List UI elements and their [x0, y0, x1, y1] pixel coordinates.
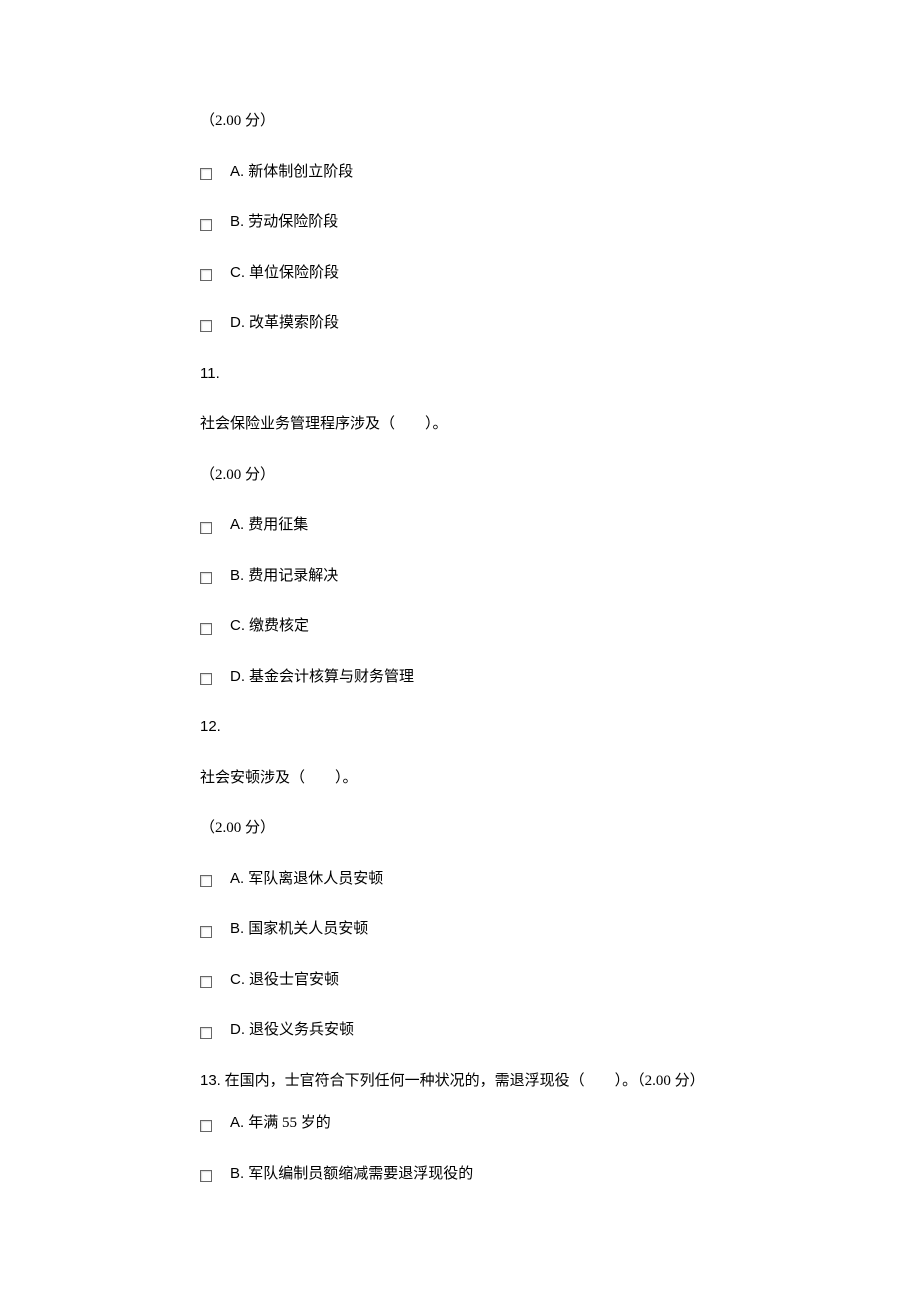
checkbox-icon[interactable] — [200, 320, 212, 332]
option-text: 退役义务兵安顿 — [249, 1019, 354, 1042]
option-row: B. 国家机关人员安顿 — [200, 918, 920, 941]
question-10-tail: （2.00 分） A. 新体制创立阶段 B. 劳动保险阶段 C. 单位保险阶段 … — [200, 110, 920, 335]
option-letter: A. — [230, 514, 244, 537]
option-letter: B. — [230, 565, 244, 588]
checkbox-icon[interactable] — [200, 875, 212, 887]
option-text: 新体制创立阶段 — [248, 161, 353, 184]
checkbox-icon[interactable] — [200, 269, 212, 281]
option-text: 缴费核定 — [249, 615, 309, 638]
option-row: B. 劳动保险阶段 — [200, 211, 920, 234]
option-letter: B. — [230, 1163, 244, 1186]
option-row: C. 退役士官安顿 — [200, 969, 920, 992]
option-row: A. 新体制创立阶段 — [200, 161, 920, 184]
question-number: 13. — [200, 1072, 221, 1089]
checkbox-icon[interactable] — [200, 976, 212, 988]
checkbox-icon[interactable] — [200, 572, 212, 584]
option-text: 费用记录解决 — [248, 565, 338, 588]
option-row: A. 年满 55 岁的 — [200, 1112, 920, 1135]
question-stem: 社会保险业务管理程序涉及（ ）。 — [200, 413, 920, 436]
question-stem: 在国内，士官符合下列任何一种状况的，需退浮现役（ ）。（2.00 分） — [225, 1073, 705, 1089]
option-row: C. 单位保险阶段 — [200, 262, 920, 285]
question-11: 11. 社会保险业务管理程序涉及（ ）。 （2.00 分） A. 费用征集 B.… — [200, 363, 920, 689]
option-text: 军队离退休人员安顿 — [248, 868, 383, 891]
option-letter: B. — [230, 918, 244, 941]
option-text: 国家机关人员安顿 — [248, 918, 368, 941]
option-row: B. 军队编制员额缩减需要退浮现役的 — [200, 1163, 920, 1186]
option-text: 退役士官安顿 — [249, 969, 339, 992]
checkbox-icon[interactable] — [200, 219, 212, 231]
option-text: 改革摸索阶段 — [249, 312, 339, 335]
checkbox-icon[interactable] — [200, 168, 212, 180]
points-label: （2.00 分） — [200, 110, 920, 133]
question-13: 13. 在国内，士官符合下列任何一种状况的，需退浮现役（ ）。（2.00 分） … — [200, 1070, 920, 1186]
question-number: 12. — [200, 716, 920, 739]
option-letter: C. — [230, 262, 245, 285]
option-row: D. 退役义务兵安顿 — [200, 1019, 920, 1042]
option-letter: D. — [230, 666, 245, 689]
option-row: D. 基金会计核算与财务管理 — [200, 666, 920, 689]
checkbox-icon[interactable] — [200, 1170, 212, 1182]
question-stem-inline: 13. 在国内，士官符合下列任何一种状况的，需退浮现役（ ）。（2.00 分） — [200, 1070, 920, 1093]
option-row: A. 费用征集 — [200, 514, 920, 537]
option-letter: D. — [230, 1019, 245, 1042]
option-text: 军队编制员额缩减需要退浮现役的 — [248, 1163, 473, 1186]
points-label: （2.00 分） — [200, 464, 920, 487]
option-text: 劳动保险阶段 — [248, 211, 338, 234]
option-letter: C. — [230, 615, 245, 638]
question-stem: 社会安顿涉及（ ）。 — [200, 767, 920, 790]
checkbox-icon[interactable] — [200, 926, 212, 938]
option-letter: A. — [230, 1112, 244, 1135]
option-row: A. 军队离退休人员安顿 — [200, 868, 920, 891]
option-text: 年满 55 岁的 — [248, 1112, 331, 1135]
option-letter: D. — [230, 312, 245, 335]
checkbox-icon[interactable] — [200, 623, 212, 635]
option-text: 单位保险阶段 — [249, 262, 339, 285]
option-row: C. 缴费核定 — [200, 615, 920, 638]
points-label: （2.00 分） — [200, 817, 920, 840]
checkbox-icon[interactable] — [200, 522, 212, 534]
option-text: 基金会计核算与财务管理 — [249, 666, 414, 689]
option-text: 费用征集 — [248, 514, 308, 537]
option-row: B. 费用记录解决 — [200, 565, 920, 588]
option-letter: C. — [230, 969, 245, 992]
option-row: D. 改革摸索阶段 — [200, 312, 920, 335]
option-letter: A. — [230, 868, 244, 891]
checkbox-icon[interactable] — [200, 1027, 212, 1039]
checkbox-icon[interactable] — [200, 1120, 212, 1132]
option-letter: A. — [230, 161, 244, 184]
option-letter: B. — [230, 211, 244, 234]
checkbox-icon[interactable] — [200, 673, 212, 685]
question-12: 12. 社会安顿涉及（ ）。 （2.00 分） A. 军队离退休人员安顿 B. … — [200, 716, 920, 1042]
question-number: 11. — [200, 363, 920, 386]
